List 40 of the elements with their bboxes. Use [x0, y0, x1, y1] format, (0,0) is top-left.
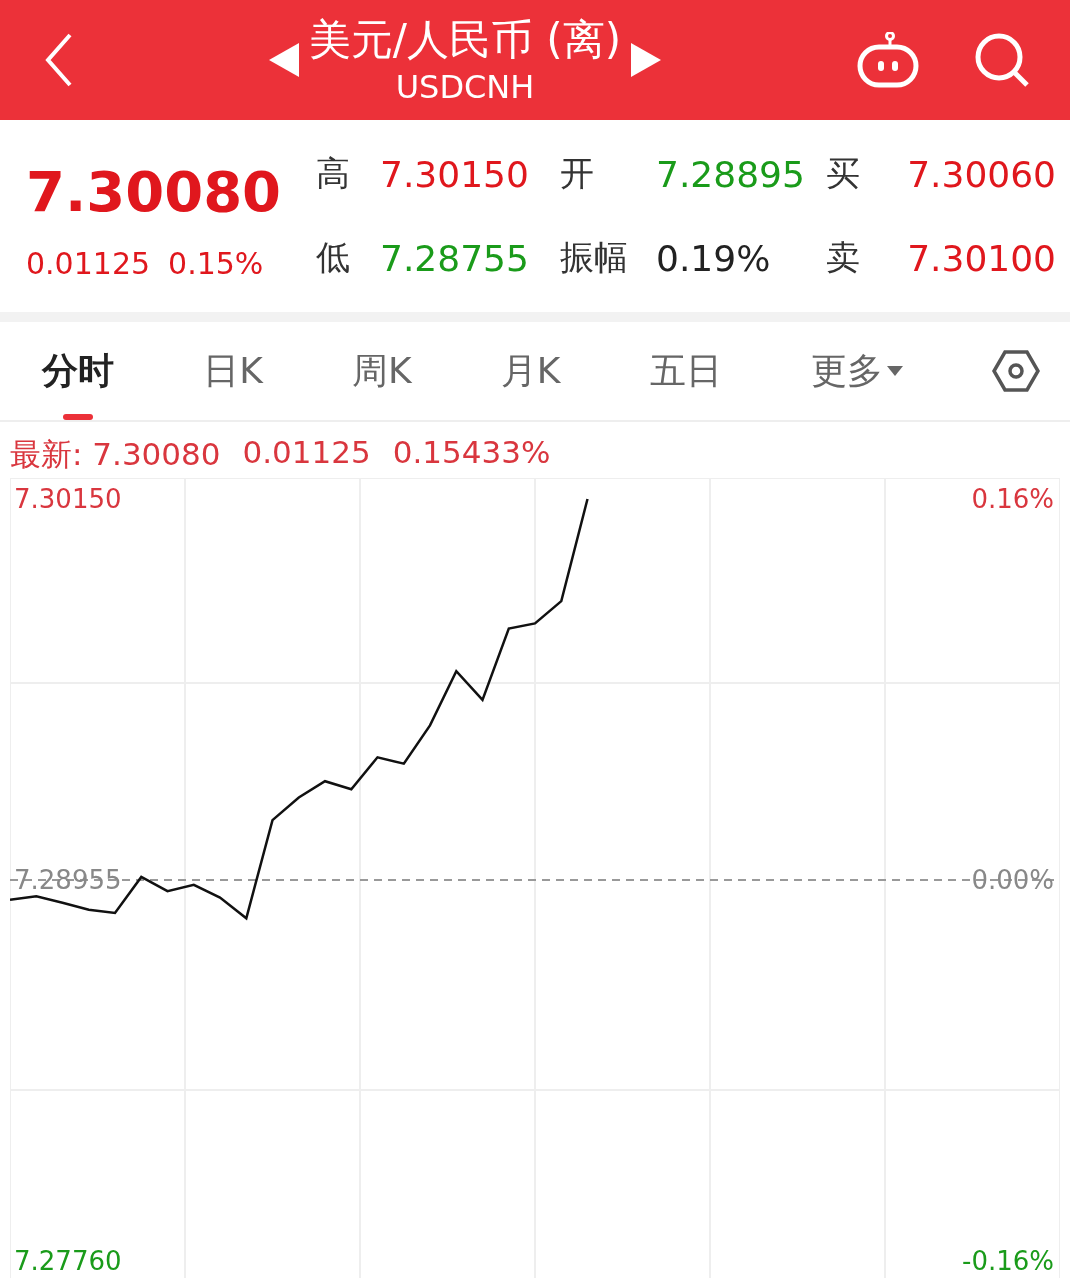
tab-indicator — [63, 413, 93, 420]
pair-title: 美元/人民币 (离) — [308, 14, 622, 66]
robot-icon[interactable] — [856, 32, 920, 88]
period-tab[interactable]: 周K — [352, 346, 412, 396]
stat-value: 7.30100 — [907, 237, 1056, 279]
stat-label: 低 — [316, 236, 351, 279]
latest-quote: 0.01125 — [242, 434, 371, 472]
stat-label: 买 — [826, 152, 861, 195]
period-tab[interactable]: 分时 — [42, 346, 114, 396]
latest-quote: 0.15433% — [392, 434, 551, 472]
axis-label: 0.16% — [971, 484, 1054, 515]
percent-change: 0.15% — [168, 245, 264, 281]
latest-quote: 最新: 7.30080 — [10, 435, 221, 474]
settings-icon[interactable] — [991, 349, 1040, 393]
pair-code: USDCNH — [395, 67, 535, 107]
period-tab[interactable]: 月K — [500, 346, 561, 396]
axis-label: 0.00% — [971, 865, 1054, 896]
axis-label: -0.16% — [962, 1246, 1054, 1277]
caret-icon — [886, 366, 903, 376]
current-price: 7.30080 — [26, 157, 282, 226]
period-tab[interactable]: 五日 — [649, 346, 722, 396]
stat-label: 卖 — [826, 236, 861, 279]
previous-icon[interactable] — [268, 43, 299, 77]
price-change: 0.01125 — [26, 245, 151, 281]
next-icon[interactable] — [631, 43, 662, 77]
stat-label: 振幅 — [560, 236, 629, 279]
search-icon[interactable] — [974, 32, 1030, 88]
stat-label: 开 — [560, 152, 595, 195]
stat-value: 7.30060 — [907, 153, 1056, 195]
stat-value: 0.19% — [656, 237, 771, 279]
period-tab[interactable]: 更多 — [810, 346, 903, 396]
stat-label: 高 — [316, 152, 351, 195]
back-icon[interactable] — [44, 32, 74, 88]
stat-value: 7.28755 — [380, 237, 529, 279]
period-tab[interactable]: 日K — [203, 346, 263, 396]
stat-value: 7.30150 — [380, 153, 529, 195]
stat-value: 7.28895 — [656, 153, 805, 195]
axis-label: 7.30150 — [14, 484, 122, 515]
axis-label: 7.27760 — [14, 1246, 122, 1277]
axis-label: 7.28955 — [14, 865, 122, 896]
